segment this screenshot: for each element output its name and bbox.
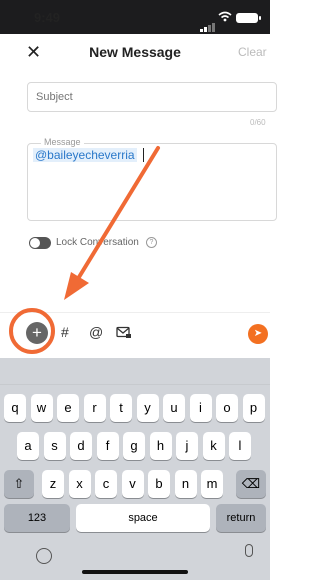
- key-l[interactable]: l: [229, 432, 251, 460]
- mention-tag[interactable]: @baileyecheverria: [33, 148, 137, 162]
- key-q[interactable]: q: [4, 394, 26, 422]
- annotation-circle: [9, 308, 55, 354]
- emoji-icon[interactable]: [36, 548, 52, 564]
- key-t[interactable]: t: [110, 394, 132, 422]
- subject-counter: 0/60: [250, 118, 266, 127]
- hashtag-button[interactable]: #: [61, 324, 69, 340]
- suggestion-bar: [0, 358, 270, 385]
- key-a[interactable]: a: [17, 432, 39, 460]
- key-i[interactable]: i: [189, 394, 212, 422]
- key-c[interactable]: c: [95, 470, 117, 498]
- shift-key[interactable]: ⇧: [4, 470, 34, 498]
- key-n[interactable]: n: [174, 470, 197, 498]
- key-z[interactable]: z: [42, 470, 64, 498]
- backspace-key[interactable]: ⌫: [236, 470, 266, 498]
- key-o[interactable]: o: [216, 394, 238, 422]
- home-indicator: [82, 570, 188, 574]
- key-w[interactable]: w: [30, 394, 53, 422]
- message-label: Message: [41, 137, 84, 147]
- toggle-knob: [30, 238, 40, 248]
- key-e[interactable]: e: [57, 394, 79, 422]
- subject-input[interactable]: [27, 82, 277, 112]
- key-h[interactable]: h: [149, 432, 172, 460]
- key-u[interactable]: u: [163, 394, 185, 422]
- send-button[interactable]: ➤: [248, 324, 268, 344]
- key-g[interactable]: g: [123, 432, 145, 460]
- key-x[interactable]: x: [68, 470, 91, 498]
- mail-icon[interactable]: [116, 326, 132, 339]
- status-time: 9:49: [34, 10, 61, 25]
- key-p[interactable]: p: [242, 394, 265, 422]
- text-caret: [143, 148, 144, 162]
- keyboard: [0, 358, 270, 580]
- lock-conversation-toggle[interactable]: [29, 237, 51, 249]
- clear-button[interactable]: Clear: [238, 45, 267, 59]
- key-j[interactable]: j: [176, 432, 198, 460]
- key-b[interactable]: b: [148, 470, 170, 498]
- signal-icon: [200, 14, 216, 32]
- key-r[interactable]: r: [83, 394, 106, 422]
- key-y[interactable]: y: [136, 394, 159, 422]
- lock-conversation-label: Lock Conversation: [56, 237, 139, 248]
- space-key[interactable]: space: [76, 504, 210, 532]
- key-d[interactable]: d: [70, 432, 92, 460]
- microphone-icon[interactable]: [245, 544, 253, 557]
- key-s[interactable]: s: [43, 432, 66, 460]
- wifi-icon: [218, 11, 232, 22]
- battery-icon: [236, 13, 261, 23]
- key-m[interactable]: m: [201, 470, 223, 498]
- key-k[interactable]: k: [202, 432, 225, 460]
- key-f[interactable]: f: [96, 432, 119, 460]
- page-title: New Message: [89, 44, 181, 60]
- key-v[interactable]: v: [121, 470, 144, 498]
- mention-button[interactable]: @: [89, 324, 103, 340]
- return-key[interactable]: return: [216, 504, 266, 532]
- help-icon[interactable]: ?: [146, 237, 157, 248]
- numbers-key[interactable]: 123: [4, 504, 70, 532]
